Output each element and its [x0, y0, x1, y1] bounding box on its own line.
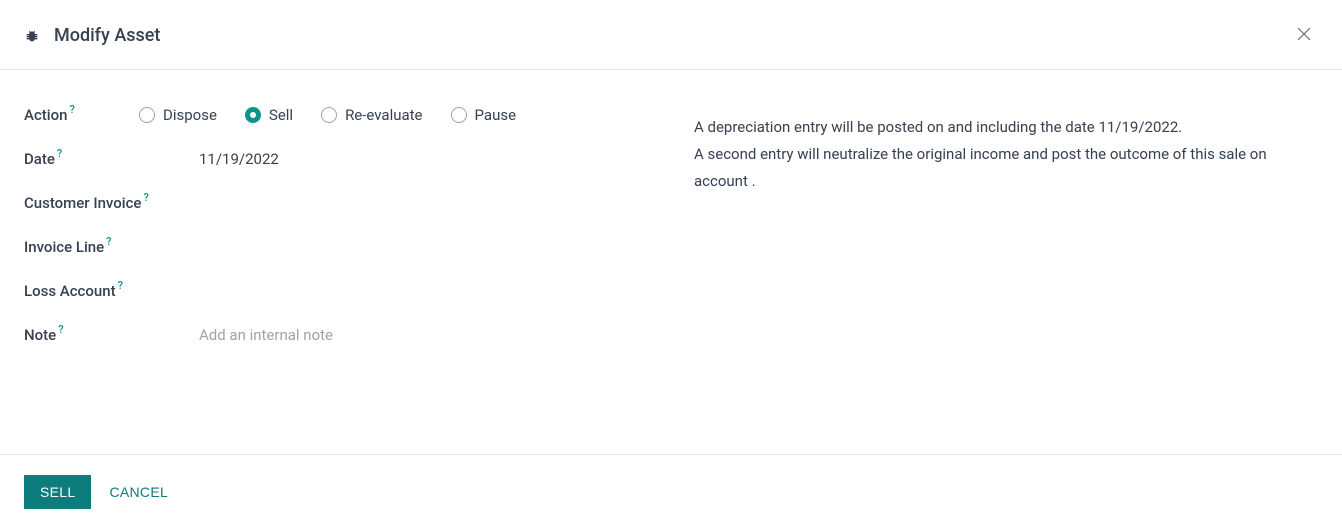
radio-dispose[interactable]: Dispose — [139, 106, 217, 124]
close-button[interactable] — [1290, 20, 1318, 51]
date-input[interactable]: 11/19/2022 — [199, 150, 694, 168]
form-column: Action ? Dispose Sell Re-evaluate — [24, 106, 694, 370]
radio-reevaluate[interactable]: Re-evaluate — [321, 106, 422, 124]
label-note: Note ? — [24, 326, 199, 344]
radio-dot-icon — [250, 112, 256, 118]
radio-circle-icon — [451, 107, 467, 123]
help-icon[interactable]: ? — [69, 103, 74, 116]
label-note-text: Note — [24, 326, 56, 344]
info-column: A depreciation entry will be posted on a… — [694, 106, 1318, 370]
note-value — [199, 326, 694, 344]
radio-circle-icon — [245, 107, 261, 123]
label-invoice-line: Invoice Line ? — [24, 238, 199, 256]
row-loss-account: Loss Account ? — [24, 282, 694, 304]
radio-label: Pause — [475, 106, 517, 124]
radio-sell[interactable]: Sell — [245, 106, 293, 124]
radio-pause[interactable]: Pause — [451, 106, 517, 124]
label-action-text: Action — [24, 106, 67, 124]
row-note: Note ? — [24, 326, 694, 348]
radio-circle-icon — [321, 107, 337, 123]
help-icon[interactable]: ? — [106, 235, 111, 248]
help-icon[interactable]: ? — [58, 323, 63, 336]
modal-title-wrap: Modify Asset — [24, 25, 160, 46]
label-loss-account: Loss Account ? — [24, 282, 199, 300]
help-icon[interactable]: ? — [118, 279, 123, 292]
row-action: Action ? Dispose Sell Re-evaluate — [24, 106, 694, 128]
note-input[interactable] — [199, 326, 694, 344]
sell-button[interactable]: SELL — [24, 475, 91, 509]
info-text-line2: A second entry will neutralize the origi… — [694, 141, 1318, 195]
help-icon[interactable]: ? — [57, 147, 62, 160]
radio-circle-icon — [139, 107, 155, 123]
modal-title: Modify Asset — [54, 25, 160, 46]
action-radio-group: Dispose Sell Re-evaluate Pause — [139, 106, 516, 124]
label-invoice-line-text: Invoice Line — [24, 238, 104, 256]
label-customer-invoice-text: Customer Invoice — [24, 194, 141, 212]
row-invoice-line: Invoice Line ? — [24, 238, 694, 260]
modal-body: Action ? Dispose Sell Re-evaluate — [0, 70, 1342, 390]
label-loss-account-text: Loss Account — [24, 282, 116, 300]
bug-icon — [24, 28, 40, 44]
modal-footer: SELL CANCEL — [0, 454, 1342, 529]
label-date-text: Date — [24, 150, 55, 168]
help-icon[interactable]: ? — [143, 191, 148, 204]
label-customer-invoice: Customer Invoice ? — [24, 194, 199, 212]
modal-header: Modify Asset — [0, 0, 1342, 70]
radio-label: Re-evaluate — [345, 106, 422, 124]
cancel-button[interactable]: CANCEL — [109, 484, 168, 500]
row-customer-invoice: Customer Invoice ? — [24, 194, 694, 216]
label-date: Date ? — [24, 150, 199, 168]
info-text-line1: A depreciation entry will be posted on a… — [694, 114, 1318, 141]
close-icon — [1294, 32, 1314, 47]
row-date: Date ? 11/19/2022 — [24, 150, 694, 172]
radio-label: Sell — [269, 106, 293, 124]
radio-label: Dispose — [163, 106, 217, 124]
